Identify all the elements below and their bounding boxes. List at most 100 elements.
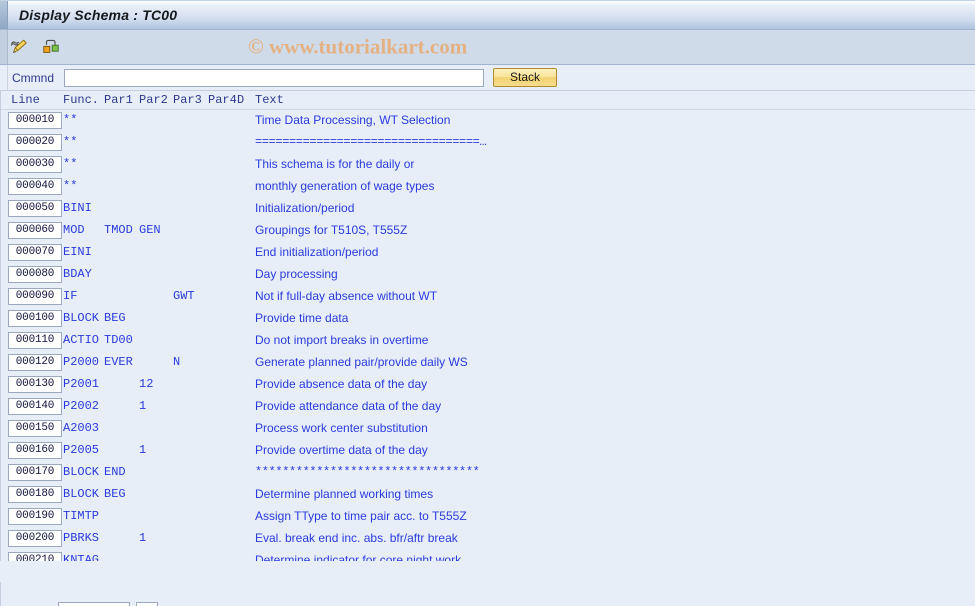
cell-func[interactable]: P2000 bbox=[63, 355, 99, 369]
table-row[interactable]: 000030 ** This schema is for the daily or bbox=[1, 154, 975, 176]
table-row[interactable]: 000130 P2001 12 Provide absence data of the… bbox=[1, 374, 975, 396]
cell-par1[interactable]: EVER bbox=[104, 355, 133, 369]
cell-par2[interactable]: GEN bbox=[139, 223, 161, 237]
line-number-cell[interactable]: 000210 bbox=[8, 552, 62, 561]
table-row[interactable]: 000090 IF GWT Not if full-day absence witho… bbox=[1, 286, 975, 308]
cell-par1[interactable]: END bbox=[104, 465, 126, 479]
cell-par1[interactable]: TMOD bbox=[104, 223, 133, 237]
table-row[interactable]: 000010 ** Time Data Processing, WT Selecti… bbox=[1, 110, 975, 132]
cell-func[interactable]: TIMTP bbox=[63, 509, 99, 523]
table-row[interactable]: 000050 BINI Initialization/period bbox=[1, 198, 975, 220]
cell-par3[interactable]: GWT bbox=[173, 289, 195, 303]
cell-par1[interactable]: BEG bbox=[104, 487, 126, 501]
cell-text[interactable]: Provide attendance data of the day bbox=[255, 399, 441, 413]
line-number-cell[interactable]: 000160 bbox=[8, 442, 62, 459]
table-row[interactable]: 000190 TIMTP Assign TType to time pair acc… bbox=[1, 506, 975, 528]
line-number-cell[interactable]: 000190 bbox=[8, 508, 62, 525]
cell-func[interactable]: BDAY bbox=[63, 267, 92, 281]
table-row[interactable]: 000110 ACTIO TD00 Do not import breaks in o… bbox=[1, 330, 975, 352]
table-row[interactable]: 000200 PBRKS 1 Eval. break end inc. abs. bf… bbox=[1, 528, 975, 550]
line-number-cell[interactable]: 000140 bbox=[8, 398, 62, 415]
cell-text[interactable]: Determine indicator for core night work bbox=[255, 553, 461, 561]
line-number-cell[interactable]: 000030 bbox=[8, 156, 62, 173]
cell-text[interactable]: monthly generation of wage types bbox=[255, 179, 434, 193]
table-row[interactable]: 000170 BLOCK END **************************… bbox=[1, 462, 975, 484]
cell-text[interactable]: Provide overtime data of the day bbox=[255, 443, 428, 457]
line-number-cell[interactable]: 000100 bbox=[8, 310, 62, 327]
line-number-cell[interactable]: 000180 bbox=[8, 486, 62, 503]
cell-func[interactable]: PBRKS bbox=[63, 531, 99, 545]
table-row[interactable]: 000120 P2000 EVER N Generate planned pair/pr… bbox=[1, 352, 975, 374]
cell-func[interactable]: ACTIO bbox=[63, 333, 99, 347]
cell-par2[interactable]: 1 bbox=[139, 399, 146, 413]
cell-par2[interactable]: 1 bbox=[139, 531, 146, 545]
table-row[interactable]: 000040 ** monthly generation of wage types bbox=[1, 176, 975, 198]
bottom-field-secondary[interactable] bbox=[136, 602, 158, 606]
table-row[interactable]: 000180 BLOCK BEG Determine planned working … bbox=[1, 484, 975, 506]
table-row[interactable]: 000210 KNTAG Determine indicator for core … bbox=[1, 550, 975, 561]
line-number-cell[interactable]: 000050 bbox=[8, 200, 62, 217]
line-number-cell[interactable]: 000010 bbox=[8, 112, 62, 129]
cell-text[interactable]: Groupings for T510S, T555Z bbox=[255, 223, 407, 237]
table-row[interactable]: 000070 EINI End initialization/period bbox=[1, 242, 975, 264]
structure-hierarchy-icon[interactable] bbox=[40, 36, 62, 58]
line-number-cell[interactable]: 000070 bbox=[8, 244, 62, 261]
cell-text[interactable]: Provide time data bbox=[255, 311, 348, 325]
line-number-cell[interactable]: 000110 bbox=[8, 332, 62, 349]
cell-text[interactable]: Determine planned working times bbox=[255, 487, 433, 501]
table-row[interactable]: 000060 MOD TMOD GEN Groupings for T510S, T55… bbox=[1, 220, 975, 242]
cell-text[interactable]: Eval. break end inc. abs. bfr/aftr break bbox=[255, 531, 458, 545]
line-number-cell[interactable]: 000020 bbox=[8, 134, 62, 151]
cell-par2[interactable]: 1 bbox=[139, 443, 146, 457]
cell-text[interactable]: This schema is for the daily or bbox=[255, 157, 414, 171]
cell-func[interactable]: P2005 bbox=[63, 443, 99, 457]
table-row[interactable]: 000080 BDAY Day processing bbox=[1, 264, 975, 286]
cell-par1[interactable]: BEG bbox=[104, 311, 126, 325]
bottom-field-primary[interactable] bbox=[58, 602, 130, 606]
cell-text[interactable]: End initialization/period bbox=[255, 245, 378, 259]
cell-func[interactable]: P2001 bbox=[63, 377, 99, 391]
cell-func[interactable]: ** bbox=[63, 135, 77, 149]
cell-text[interactable]: Time Data Processing, WT Selection bbox=[255, 113, 450, 127]
cell-func[interactable]: BLOCK bbox=[63, 487, 99, 501]
cell-func[interactable]: BLOCK bbox=[63, 311, 99, 325]
stack-button[interactable]: Stack bbox=[493, 68, 557, 87]
line-number-cell[interactable]: 000150 bbox=[8, 420, 62, 437]
cell-func[interactable]: P2002 bbox=[63, 399, 99, 413]
line-number-cell[interactable]: 000120 bbox=[8, 354, 62, 371]
cell-func[interactable]: BLOCK bbox=[63, 465, 99, 479]
line-number-cell[interactable]: 000090 bbox=[8, 288, 62, 305]
cell-text[interactable]: Do not import breaks in overtime bbox=[255, 333, 428, 347]
line-number-cell[interactable]: 000040 bbox=[8, 178, 62, 195]
table-row[interactable]: 000160 P2005 1 Provide overtime data of the… bbox=[1, 440, 975, 462]
cell-text[interactable]: Not if full-day absence without WT bbox=[255, 289, 437, 303]
edit-pencil-icon[interactable] bbox=[9, 36, 31, 58]
cell-func[interactable]: EINI bbox=[63, 245, 92, 259]
line-number-cell[interactable]: 000060 bbox=[8, 222, 62, 239]
cell-text[interactable]: Generate planned pair/provide daily WS bbox=[255, 355, 468, 369]
cell-text[interactable]: =================================… bbox=[255, 135, 487, 149]
cell-func[interactable]: IF bbox=[63, 289, 77, 303]
cell-text[interactable]: Initialization/period bbox=[255, 201, 354, 215]
cell-func[interactable]: KNTAG bbox=[63, 553, 99, 561]
cell-text[interactable]: Process work center substitution bbox=[255, 421, 428, 435]
cell-text[interactable]: ********************************* bbox=[255, 465, 480, 479]
table-row[interactable]: 000020 ** ================================… bbox=[1, 132, 975, 154]
cell-text[interactable]: Day processing bbox=[255, 267, 338, 281]
cell-par2[interactable]: 12 bbox=[139, 377, 153, 391]
cell-par1[interactable]: TD00 bbox=[104, 333, 133, 347]
line-number-cell[interactable]: 000170 bbox=[8, 464, 62, 481]
cell-func[interactable]: ** bbox=[63, 179, 77, 193]
cell-text[interactable]: Provide absence data of the day bbox=[255, 377, 427, 391]
cell-func[interactable]: ** bbox=[63, 157, 77, 171]
line-number-cell[interactable]: 000080 bbox=[8, 266, 62, 283]
cell-func[interactable]: A2003 bbox=[63, 421, 99, 435]
line-number-cell[interactable]: 000130 bbox=[8, 376, 62, 393]
table-row[interactable]: 000140 P2002 1 Provide attendance data of t… bbox=[1, 396, 975, 418]
cell-func[interactable]: MOD bbox=[63, 223, 85, 237]
table-row[interactable]: 000150 A2003 Process work center substitut… bbox=[1, 418, 975, 440]
cell-par3[interactable]: N bbox=[173, 355, 180, 369]
cell-text[interactable]: Assign TType to time pair acc. to T555Z bbox=[255, 509, 467, 523]
command-input[interactable] bbox=[64, 68, 484, 87]
cell-func[interactable]: BINI bbox=[63, 201, 92, 215]
